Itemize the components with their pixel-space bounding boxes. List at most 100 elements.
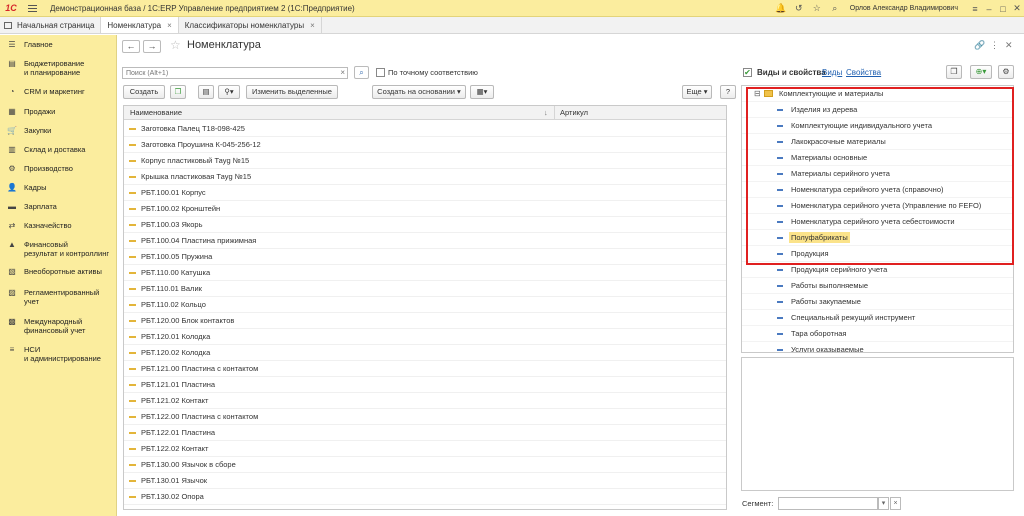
sidebar-item-main[interactable]: ☰ Главное: [0, 40, 117, 49]
edit-selected-button[interactable]: Изменить выделенные: [246, 85, 338, 99]
column-header-name[interactable]: Наименование: [130, 106, 182, 120]
tree-item[interactable]: Работы закупаемые: [742, 294, 1013, 310]
table-row[interactable]: РБТ.122.01 Пластина: [124, 425, 726, 441]
tree-item[interactable]: Специальный режущий инструмент: [742, 310, 1013, 326]
sidebar-item-treasury[interactable]: ⇄ Казначейство: [0, 221, 117, 230]
table-row[interactable]: РБТ.130.00 Язычок в сборе: [124, 457, 726, 473]
bell-icon[interactable]: 🔔: [772, 3, 790, 14]
table-row[interactable]: РБТ.100.02 Кронштейн: [124, 201, 726, 217]
link-icon[interactable]: 🔗: [974, 40, 985, 51]
sidebar-item-assets[interactable]: ▧ Внеоборотные активы: [0, 267, 117, 276]
segment-clear-icon[interactable]: ×: [890, 497, 901, 510]
more-button[interactable]: Еще ▾: [682, 85, 712, 99]
table-row[interactable]: Крышка пластиковая Тауg №15: [124, 169, 726, 185]
table-row[interactable]: РБТ.100.04 Пластина прижимная: [124, 233, 726, 249]
sidebar-item-label: Склад и доставка: [24, 145, 86, 154]
tab-home[interactable]: Начальная страница: [0, 17, 102, 33]
favorite-star-icon[interactable]: ☆: [170, 38, 181, 52]
tab-classifiers[interactable]: Классификаторы номенклатуры ×: [179, 17, 322, 33]
column-header-article[interactable]: Артикул: [560, 106, 588, 120]
table-row[interactable]: РБТ.120.01 Колодка: [124, 329, 726, 345]
sort-arrow-icon[interactable]: ↓: [544, 106, 548, 120]
copy-button[interactable]: ❐: [170, 85, 186, 99]
table-row[interactable]: РБТ.121.00 Пластина с контактом: [124, 361, 726, 377]
main-menu-icon[interactable]: [28, 4, 42, 12]
menu-icon: ☰: [8, 40, 16, 49]
exact-match-checkbox[interactable]: [376, 68, 385, 77]
tree-item[interactable]: Тара оборотная: [742, 326, 1013, 342]
sidebar-item-crm[interactable]: ◔ CRM и маркетинг: [0, 87, 117, 96]
table-row[interactable]: РБТ.121.02 Контакт: [124, 393, 726, 409]
close-icon[interactable]: ✕: [1010, 3, 1024, 14]
table-row[interactable]: РБТ.120.00 Блок контактов: [124, 313, 726, 329]
table-row[interactable]: РБТ.100.01 Корпус: [124, 185, 726, 201]
tree-item[interactable]: Работы выполняемые: [742, 278, 1013, 294]
properties-link[interactable]: Свойства: [846, 68, 881, 77]
table-row[interactable]: РБТ.122.02 Контакт: [124, 441, 726, 457]
close-tab-icon[interactable]: ×: [310, 21, 315, 30]
table-row[interactable]: РБТ.100.03 Якорь: [124, 217, 726, 233]
crm-icon: ◔: [9, 87, 15, 96]
settings-gear-icon[interactable]: ⚙: [998, 65, 1014, 79]
forward-button[interactable]: →: [143, 40, 161, 53]
help-button[interactable]: ?: [720, 85, 736, 99]
back-button[interactable]: ←: [122, 40, 140, 53]
search-field[interactable]: ×: [122, 67, 348, 79]
table-row[interactable]: РБТ.122.00 Пластина с контактом: [124, 409, 726, 425]
row-name: РБТ.120.01 Колодка: [141, 332, 211, 341]
table-row[interactable]: РБТ.120.02 Колодка: [124, 345, 726, 361]
table-row[interactable]: РБТ.121.01 Пластина: [124, 377, 726, 393]
maximize-icon[interactable]: □: [996, 4, 1010, 14]
segment-dropdown-icon[interactable]: ▾: [878, 497, 889, 510]
sidebar-item-production[interactable]: ⚙ Производство: [0, 164, 117, 173]
clear-search-icon[interactable]: ×: [340, 68, 345, 78]
more-options-icon[interactable]: ⋮: [990, 40, 999, 51]
report-button[interactable]: ▦▾: [470, 85, 494, 99]
favorites-icon[interactable]: ☆: [808, 3, 826, 14]
sidebar-item-purchases[interactable]: 🛒 Закупки: [0, 126, 117, 135]
settings-icon[interactable]: ≡: [968, 4, 982, 14]
table-row[interactable]: Заготовка Палец Т18-098-425: [124, 121, 726, 137]
create-based-on-button[interactable]: Создать на основании ▾: [372, 85, 466, 99]
print-icon[interactable]: ▤: [198, 85, 214, 99]
sidebar-item-hr[interactable]: 👤 Кадры: [0, 183, 117, 192]
table-row[interactable]: Заготовка Проушина К-045-256-12: [124, 137, 726, 153]
sidebar-item-budgeting[interactable]: ▤ Бюджетирование и планирование: [0, 59, 117, 77]
sidebar-item-ifrs[interactable]: ▩ Международный финансовый учет: [0, 317, 117, 335]
kinds-properties-checkbox[interactable]: ✔: [743, 68, 752, 77]
minimize-icon[interactable]: –: [982, 4, 996, 14]
copy-view-button[interactable]: ❐: [946, 65, 962, 79]
segment-input[interactable]: [778, 497, 878, 510]
close-form-icon[interactable]: ✕: [1005, 40, 1013, 51]
search-icon[interactable]: ⌕: [826, 3, 844, 14]
sidebar-item-payroll[interactable]: ▬ Зарплата: [0, 202, 117, 211]
add-kind-button[interactable]: ⊕▾: [970, 65, 992, 79]
user-name[interactable]: Орлов Александр Владимирович: [850, 5, 958, 12]
search-input[interactable]: [123, 68, 323, 79]
kinds-link[interactable]: Виды: [822, 68, 842, 77]
item-marker-icon: [129, 303, 136, 306]
tree-item[interactable]: Услуги оказываемые: [742, 342, 1013, 352]
sidebar-item-regulated[interactable]: ▨ Регламентированный учет: [0, 288, 117, 306]
sidebar-item-sales[interactable]: ▦ Продажи: [0, 107, 117, 116]
sidebar-item-warehouse[interactable]: ▥ Склад и доставка: [0, 145, 117, 154]
table-row[interactable]: РБТ.110.00 Катушка: [124, 265, 726, 281]
sidebar-item-label: Продажи: [24, 107, 56, 116]
table-row[interactable]: РБТ.110.02 Кольцо: [124, 297, 726, 313]
sidebar-item-finance[interactable]: ▲ Финансовый результат и контроллинг: [0, 240, 117, 258]
create-button[interactable]: Создать: [123, 85, 165, 99]
table-row[interactable]: Корпус пластиковый Тауg №15: [124, 153, 726, 169]
exact-match-label: По точному соответствию: [388, 68, 478, 77]
history-icon[interactable]: ↺: [790, 3, 808, 14]
table-row[interactable]: РБТ.130.02 Опора: [124, 489, 726, 505]
search-button[interactable]: ⌕: [354, 66, 369, 79]
assets-icon: ▧: [8, 267, 16, 276]
sidebar-item-admin[interactable]: ≡ НСИ и администрирование: [0, 345, 117, 363]
table-row[interactable]: РБТ.110.01 Валик: [124, 281, 726, 297]
close-tab-icon[interactable]: ×: [167, 21, 172, 30]
filter-button[interactable]: ⚲▾: [218, 85, 240, 99]
row-name: РБТ.122.01 Пластина: [141, 428, 216, 437]
table-row[interactable]: РБТ.100.05 Пружина: [124, 249, 726, 265]
tab-nomenclature[interactable]: Номенклатура ×: [101, 17, 179, 33]
table-row[interactable]: РБТ.130.01 Язычок: [124, 473, 726, 489]
